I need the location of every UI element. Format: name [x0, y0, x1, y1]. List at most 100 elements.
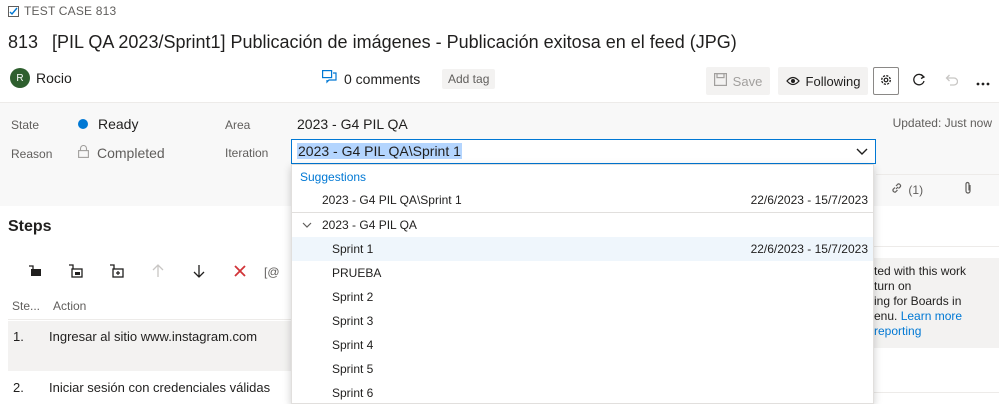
option-label: 2023 - G4 PIL QA\Sprint 1 — [322, 193, 462, 207]
avatar: R — [10, 68, 30, 88]
delete-x-icon — [233, 264, 246, 280]
move-down-button[interactable] — [178, 262, 219, 282]
updated-text: Updated: Just now — [892, 116, 992, 130]
reason-field: Completed — [78, 145, 165, 161]
work-item-type: TEST CASE 813 — [8, 4, 116, 18]
gear-icon — [879, 73, 893, 90]
settings-button[interactable] — [873, 67, 899, 95]
following-button[interactable]: Following — [778, 67, 868, 95]
arrow-up-icon — [152, 263, 164, 281]
save-button[interactable]: Save — [706, 67, 770, 95]
state-value: Ready — [98, 116, 139, 132]
work-item-id: 813 — [8, 32, 39, 52]
undo-button[interactable] — [938, 67, 964, 95]
paperclip-icon — [963, 181, 973, 198]
insert-shared-steps-button[interactable] — [55, 262, 96, 282]
arrow-down-icon — [193, 264, 205, 281]
iteration-input[interactable]: 2023 - G4 PIL QA\Sprint 1 — [291, 139, 876, 164]
option-sprint-5[interactable]: Sprint 5 — [292, 357, 873, 381]
area-label: Area — [225, 118, 251, 132]
create-shared-steps-icon — [109, 263, 125, 281]
info-line: ted with this work — [874, 264, 967, 278]
steps-toolbar: [@ — [14, 262, 280, 282]
more-icon — [976, 74, 990, 89]
create-shared-steps-button[interactable] — [96, 262, 137, 282]
reason-value: Completed — [97, 145, 165, 161]
iteration-dropdown: Suggestions 2023 - G4 PIL QA\Sprint 1 22… — [291, 164, 874, 404]
group-label: 2023 - G4 PIL QA — [322, 218, 417, 232]
info-text: enu. — [874, 309, 898, 323]
header-divider — [8, 319, 292, 320]
learn-more-link[interactable]: Learn more — [901, 309, 962, 323]
step-action[interactable]: Iniciar sesión con credenciales válidas — [49, 380, 270, 395]
move-up-button[interactable] — [137, 262, 178, 282]
group-node[interactable]: 2023 - G4 PIL QA — [292, 213, 873, 237]
step-action[interactable]: Ingresar al sitio www.instagram.com — [49, 329, 257, 344]
link-icon — [890, 181, 904, 198]
more-actions-button[interactable] — [970, 67, 996, 95]
option-sprint-3[interactable]: Sprint 3 — [292, 309, 873, 333]
comments-link[interactable]: 0 comments — [322, 70, 420, 87]
step-number: 1. — [13, 329, 24, 344]
option-label: PRUEBA — [332, 266, 382, 280]
step-column-header: Ste... — [12, 299, 41, 313]
suggestion-item[interactable]: 2023 - G4 PIL QA\Sprint 1 22/6/2023 - 15… — [292, 188, 873, 212]
info-line: enu. Learn more — [874, 309, 999, 324]
reason-label: Reason — [11, 147, 53, 161]
tab-links[interactable]: (1) — [876, 181, 938, 198]
option-sprint-4[interactable]: Sprint 4 — [292, 333, 873, 357]
info-line: ing for Boards in — [874, 294, 962, 308]
following-label: Following — [805, 73, 861, 89]
suggestions-header: Suggestions — [300, 170, 367, 184]
lock-icon — [78, 145, 89, 161]
option-date-range: 22/6/2023 - 15/7/2023 — [750, 193, 868, 207]
assignee-name: Rocio — [36, 70, 72, 86]
state-dot-icon — [78, 119, 88, 129]
work-item-type-label: TEST CASE 813 — [24, 4, 117, 18]
work-item-title[interactable]: [PIL QA 2023/Sprint1] Publicación de imá… — [52, 32, 737, 53]
step-number: 2. — [13, 380, 24, 395]
action-column-header: Action — [53, 299, 87, 313]
assignee[interactable]: R Rocio — [10, 68, 72, 88]
insert-step-button[interactable] — [14, 262, 55, 282]
right-tabs: (1) — [876, 174, 999, 204]
state-field[interactable]: Ready — [78, 116, 138, 132]
comment-icon — [322, 70, 337, 87]
delete-step-button[interactable] — [219, 262, 260, 282]
iteration-value: 2023 - G4 PIL QA\Sprint 1 — [297, 143, 462, 159]
option-label: Sprint 2 — [332, 290, 374, 304]
refresh-button[interactable] — [906, 67, 932, 95]
info-line: turn on — [874, 279, 912, 293]
eye-icon — [785, 74, 800, 89]
option-date-range: 22/6/2023 - 15/7/2023 — [750, 242, 868, 256]
undo-icon — [944, 74, 959, 89]
option-sprint-6[interactable]: Sprint 6 — [292, 381, 873, 403]
option-label: Sprint 1 — [332, 242, 374, 256]
info-message: ted with this work turn on ing for Board… — [870, 258, 999, 348]
chevron-down-icon[interactable] — [302, 219, 312, 233]
option-label: Sprint 3 — [332, 314, 374, 328]
iteration-label: Iteration — [225, 146, 269, 160]
option-prueba[interactable]: PRUEBA — [292, 261, 873, 285]
steps-title: Steps — [8, 218, 52, 235]
option-label: Sprint 4 — [332, 338, 374, 352]
comments-label: 0 comments — [344, 70, 421, 87]
reporting-link[interactable]: reporting — [874, 324, 999, 339]
tab-attachments[interactable] — [938, 181, 999, 198]
chevron-down-icon[interactable] — [855, 144, 869, 161]
option-sprint-2[interactable]: Sprint 2 — [292, 285, 873, 309]
add-tag-button[interactable]: Add tag — [442, 69, 496, 89]
title-row: 813 [PIL QA 2023/Sprint1] Publicación de… — [8, 32, 737, 53]
test-case-icon — [8, 5, 19, 17]
links-count: (1) — [908, 182, 924, 197]
state-label: State — [11, 118, 40, 132]
toolbar-overflow-text[interactable]: [@ — [264, 265, 280, 279]
save-label: Save — [732, 73, 763, 89]
option-label: Sprint 6 — [332, 386, 374, 400]
save-icon — [713, 73, 727, 89]
refresh-icon — [912, 73, 926, 90]
option-label: Sprint 5 — [332, 362, 374, 376]
area-value[interactable]: 2023 - G4 PIL QA — [297, 116, 408, 132]
insert-step-icon — [28, 264, 42, 280]
option-sprint-1[interactable]: Sprint 1 22/6/2023 - 15/7/2023 — [292, 237, 873, 261]
